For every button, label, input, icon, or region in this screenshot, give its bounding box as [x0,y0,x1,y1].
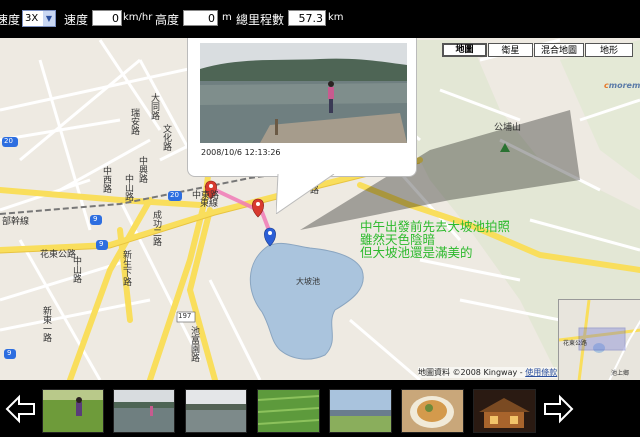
popup-pointer [276,174,335,214]
thumbnail-food-bowl[interactable] [401,389,464,433]
map-view[interactable]: 地圖 衛星 混合地圖 地形 cmoremap 大同路 瑞安路 文化路 中興路 中… [0,38,640,380]
popup-photo[interactable] [200,43,407,143]
road-label: 中山路 [123,174,133,201]
thumbnail-lake-gray[interactable] [185,389,247,433]
road-label: 瑞安路 [129,108,139,135]
road-label: 成功二路 [151,210,161,246]
highway-shield: 9 [99,240,104,248]
altitude-field[interactable]: 0 [183,10,218,26]
speed-unit: km/hr [123,12,153,23]
arrow-right-icon[interactable] [541,392,575,426]
terms-link[interactable]: 使用條款 [525,368,557,377]
overview-minimap[interactable]: 花東公路 池上鄉 [558,299,640,380]
chevron-down-icon[interactable]: ▼ [43,11,55,26]
distance-field[interactable]: 57.3 [288,10,326,26]
highway-shield: 20 [4,137,13,145]
map-type-satellite[interactable]: 衛星 [488,43,533,57]
map-type-terrain[interactable]: 地形 [585,43,633,57]
trip-caption: 中午出發前先去大坡池拍照 雖然天色陰暗 但大坡池還是滿美的 [360,220,510,259]
distance-unit: km [328,12,344,23]
photo-popup[interactable]: 2008/10/6 12:13:26 [187,38,417,214]
marker-pin-3 [264,227,276,247]
minimap-label: 花東公路 [563,340,588,347]
caption-line: 但大坡池還是滿美的 [360,245,473,260]
thumbnail-rice-field[interactable] [257,389,320,433]
railway-label: 部幹線 [2,217,30,227]
highway-shield: 9 [93,215,98,223]
lake-label: 大坡池 [296,277,320,286]
road-label: 新東一路 [41,306,51,342]
altitude-label: 高度 [155,13,180,27]
highway-shield: 20 [170,191,179,199]
thumbnail-landscape-sky[interactable] [329,389,392,433]
road-label: 大同路 [149,93,159,120]
zoom-label: 速度 [0,13,21,27]
road-label: 文化路 [161,124,171,151]
thumbnail-field-person[interactable] [42,389,104,433]
thumbnail-wooden-house[interactable] [473,389,536,433]
cmoremap-logo: cmoremap [604,81,640,90]
minimap-label: 池上鄉 [611,370,630,377]
speed-field[interactable]: 0 [92,10,122,26]
map-type-hybrid[interactable]: 混合地圖 [534,43,584,57]
road-label: 東線 [200,199,219,209]
mountain-label: 公埔山 [494,123,522,133]
map-copyright: 地圖資料 ©2008 Kingway - 使用條款 [418,367,558,378]
map-type-map[interactable]: 地圖 [442,43,487,57]
photo-filmstrip [0,380,640,437]
road-label: 新生下路 [121,250,131,286]
speed-label: 速度 [64,13,89,27]
road-label: 中西路 [101,166,111,193]
altitude-unit: m [222,12,232,23]
zoom-select[interactable]: 3X ▼ [22,10,56,27]
arrow-left-icon[interactable] [4,392,38,426]
road-label: 中山路 [71,256,81,283]
highway-shield: 9 [7,349,12,357]
highway-shield: 197 [178,312,192,320]
top-toolbar: 速度 3X ▼ 速度 0 km/hr 高度 0 m 總里程數 57.3 km [0,0,640,38]
popup-timestamp: 2008/10/6 12:13:26 [201,148,281,157]
road-label: 池富園路 [189,326,199,362]
road-label: 中興路 [137,156,147,183]
thumbnail-lake-person[interactable] [113,389,175,433]
zoom-select-value: 3X [25,13,39,24]
distance-label: 總里程數 [236,13,285,27]
